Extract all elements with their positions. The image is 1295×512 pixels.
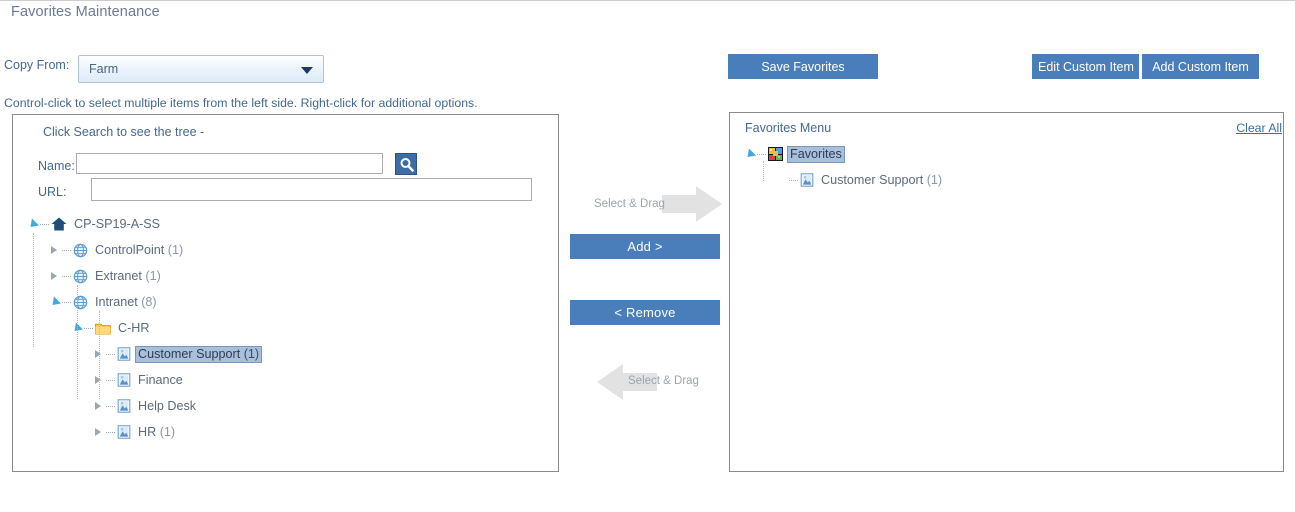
tree-guide-level-1 bbox=[33, 233, 34, 347]
search-name-input[interactable] bbox=[76, 153, 383, 174]
tree-connector bbox=[106, 405, 115, 407]
tree-node-label[interactable]: Intranet (8) bbox=[92, 294, 160, 311]
tree-connector bbox=[106, 353, 115, 355]
tree-guide-level-3 bbox=[99, 311, 100, 399]
top-divider bbox=[0, 0, 1295, 1]
site-page-icon bbox=[117, 347, 131, 361]
remove-button[interactable]: < Remove bbox=[570, 300, 720, 325]
add-custom-item-button[interactable]: Add Custom Item bbox=[1142, 54, 1259, 79]
tree-node-label[interactable]: CP-SP19-A-SS bbox=[71, 216, 163, 233]
tree-connector bbox=[62, 301, 71, 303]
copy-from-dropdown[interactable]: Farm bbox=[78, 55, 324, 83]
instructions-text: Control-click to select multiple items f… bbox=[4, 96, 478, 110]
favorites-tree-guide bbox=[763, 161, 764, 181]
page-title: Favorites Maintenance bbox=[11, 4, 160, 20]
tree-node-count: (1) bbox=[156, 424, 176, 439]
folder-icon bbox=[95, 322, 111, 335]
search-icon bbox=[400, 158, 415, 173]
expander-collapsed-icon[interactable] bbox=[49, 270, 61, 282]
site-page-icon bbox=[117, 425, 131, 439]
expander-collapsed-icon[interactable] bbox=[49, 244, 61, 256]
tree-node-label[interactable]: Favorites bbox=[787, 145, 845, 163]
source-tree-panel: Click Search to see the tree - Name: URL… bbox=[12, 114, 559, 472]
tree-node-count: (1) bbox=[141, 268, 161, 283]
globe-icon bbox=[73, 243, 88, 258]
tree-node-label[interactable]: ControlPoint (1) bbox=[92, 242, 186, 259]
name-label: Name: bbox=[38, 159, 75, 173]
expander-expanded-icon[interactable] bbox=[48, 296, 62, 309]
tree-node-label[interactable]: Help Desk bbox=[135, 398, 199, 415]
expander-expanded-icon[interactable] bbox=[743, 148, 757, 161]
site-page-icon bbox=[117, 399, 131, 413]
globe-icon bbox=[73, 269, 88, 284]
tree-node[interactable]: HR (1) bbox=[93, 422, 178, 442]
tree-node-label[interactable]: Finance bbox=[135, 372, 186, 389]
site-page-icon bbox=[800, 173, 814, 187]
favorites-icon bbox=[768, 147, 783, 161]
drag-hint-right: Select & Drag bbox=[594, 198, 665, 210]
tree-node-count: (1) bbox=[164, 242, 184, 257]
clear-all-link[interactable]: Clear All bbox=[1236, 121, 1282, 135]
tree-guide-level-2 bbox=[77, 285, 78, 399]
tree-node[interactable]: Intranet (8) bbox=[48, 292, 160, 312]
tree-node[interactable]: Finance bbox=[93, 370, 186, 390]
favorites-menu-panel: Favorites Menu Clear All Favorites Custom… bbox=[729, 112, 1284, 472]
home-icon bbox=[51, 217, 67, 231]
tree-connector bbox=[789, 179, 798, 181]
edit-custom-item-button[interactable]: Edit Custom Item bbox=[1032, 54, 1139, 79]
tree-connector bbox=[757, 153, 766, 155]
tree-connector bbox=[62, 249, 71, 251]
tree-node[interactable]: CP-SP19-A-SS bbox=[26, 214, 163, 234]
tree-node[interactable]: Customer Support (1) bbox=[93, 344, 263, 364]
tree-node[interactable]: Customer Support (1) bbox=[776, 170, 945, 190]
copy-from-value: Farm bbox=[89, 62, 119, 76]
drag-right-arrow-icon bbox=[662, 186, 722, 222]
url-label: URL: bbox=[38, 185, 67, 199]
tree-node-count: (8) bbox=[137, 294, 157, 309]
tree-connector bbox=[106, 379, 115, 381]
tree-node[interactable]: Help Desk bbox=[93, 396, 199, 416]
tree-connector bbox=[62, 275, 71, 277]
tree-node[interactable]: Favorites bbox=[743, 144, 845, 164]
tree-node-label[interactable]: Extranet (1) bbox=[92, 268, 164, 285]
tree-node[interactable]: C-HR bbox=[70, 318, 152, 338]
drag-hint-left: Select & Drag bbox=[628, 375, 699, 387]
tree-node[interactable]: Extranet (1) bbox=[49, 266, 164, 286]
chevron-down-icon bbox=[301, 67, 313, 74]
add-button[interactable]: Add > bbox=[570, 234, 720, 259]
expander-collapsed-icon[interactable] bbox=[93, 400, 105, 412]
tree-node-count: (1) bbox=[240, 346, 260, 361]
tree-node[interactable]: ControlPoint (1) bbox=[49, 240, 186, 260]
search-button[interactable] bbox=[395, 153, 417, 175]
tree-connector bbox=[84, 327, 93, 329]
expander-expanded-icon[interactable] bbox=[26, 218, 40, 231]
favorites-maintenance-page: Favorites Maintenance Copy From: Farm Co… bbox=[0, 0, 1295, 512]
right-panel-caption: Favorites Menu bbox=[745, 121, 832, 135]
tree-connector bbox=[106, 431, 115, 433]
url-input[interactable] bbox=[91, 178, 532, 201]
left-panel-caption: Click Search to see the tree - bbox=[43, 125, 205, 139]
tree-node-label[interactable]: Customer Support (1) bbox=[818, 172, 945, 189]
tree-node-label[interactable]: Customer Support (1) bbox=[135, 345, 263, 363]
copy-from-label: Copy From: bbox=[4, 58, 70, 72]
tree-node-count: (1) bbox=[923, 172, 943, 187]
site-page-icon bbox=[117, 373, 131, 387]
tree-node-label[interactable]: C-HR bbox=[115, 320, 152, 337]
tree-node-label[interactable]: HR (1) bbox=[135, 424, 178, 441]
globe-icon bbox=[73, 295, 88, 310]
expander-collapsed-icon[interactable] bbox=[93, 426, 105, 438]
save-favorites-button[interactable]: Save Favorites bbox=[728, 54, 878, 79]
tree-connector bbox=[40, 223, 49, 225]
